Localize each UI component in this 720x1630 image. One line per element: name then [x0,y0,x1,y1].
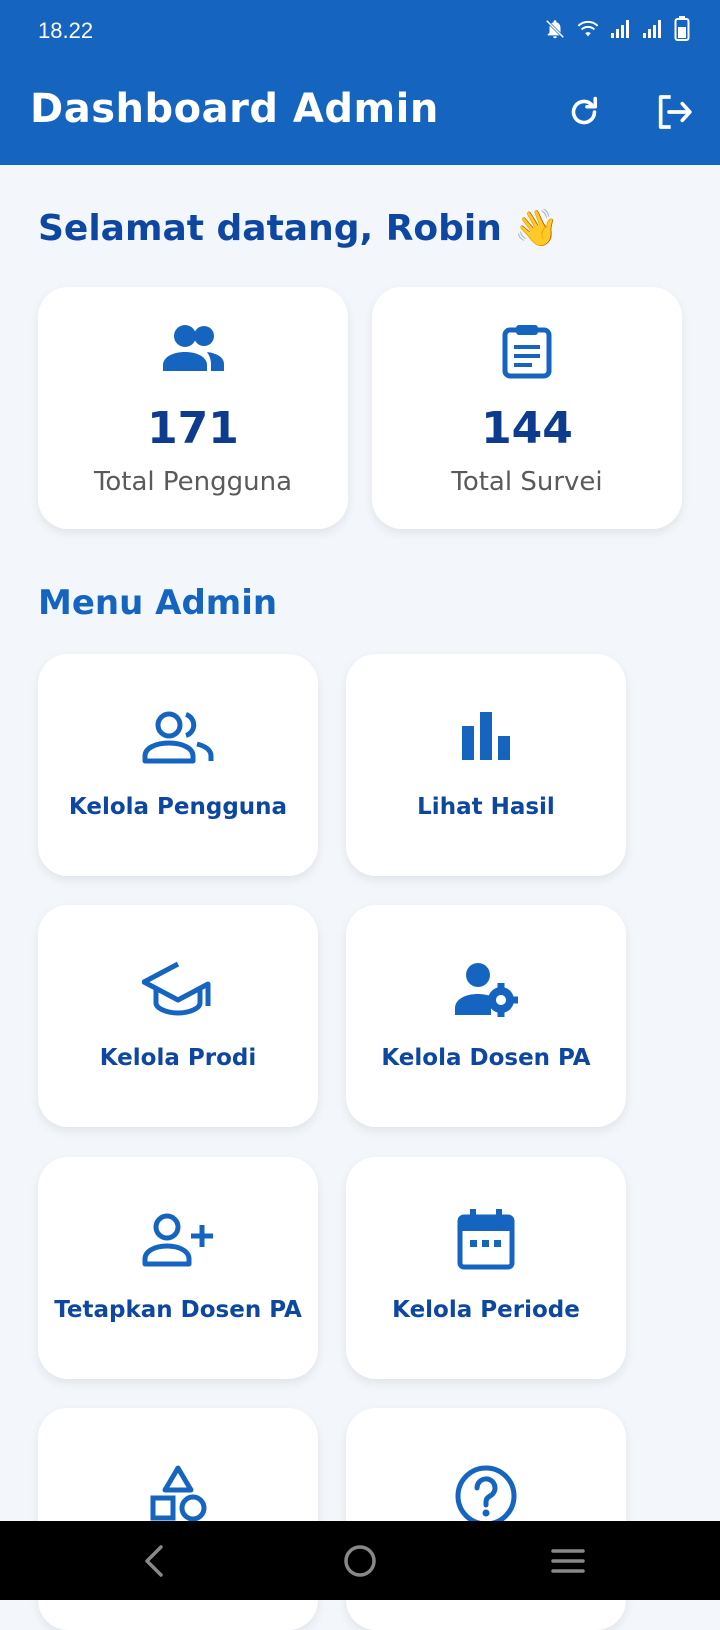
menu-label: Kelola Periode [392,1297,580,1323]
system-navigation-bar [0,1521,720,1600]
logout-icon [658,95,692,129]
calendar-icon [457,1209,515,1270]
bell-off-icon [545,19,565,39]
back-icon [145,1545,163,1577]
menu-kelola-prodi[interactable]: Kelola Prodi [38,905,318,1127]
page-title: Dashboard Admin [30,86,439,132]
menu-lines-icon [551,1549,585,1573]
battery-icon [674,16,690,41]
menu-label: Lihat Hasil [417,794,555,820]
welcome-text: Selamat datang, Robin 👋 [38,208,560,249]
refresh-button[interactable] [564,92,604,132]
clipboard-icon [502,325,552,379]
graduation-cap-icon [142,961,211,1016]
logout-button[interactable] [654,92,694,132]
status-time: 18.22 [38,18,94,43]
menu-label: Kelola Pengguna [68,794,288,820]
menu-label: Tetapkan Dosen PA [54,1297,302,1323]
signal-icon [611,20,629,38]
stat-value: 144 [481,403,573,454]
users-outline-icon [142,711,214,764]
menu-kelola-periode[interactable]: Kelola Periode [346,1157,626,1379]
status-icons [544,16,690,42]
dashboard-content: Selamat datang, Robin 👋 171 Total Penggu… [0,165,720,1630]
wifi-icon [577,20,599,37]
stat-label: Total Pengguna [93,467,293,497]
menu-label: Kelola Prodi [99,1045,257,1071]
menu-kelola-pengguna[interactable]: Kelola Pengguna [38,654,318,876]
user-add-icon [142,1213,213,1267]
recents-button[interactable] [546,1539,590,1583]
back-button[interactable] [132,1539,176,1583]
stat-card-surveys: 144 Total Survei [372,287,682,529]
home-button[interactable] [338,1539,382,1583]
shapes-icon [150,1465,207,1522]
app-bar: 18.22 Dashboard Admin [0,0,720,165]
users-icon [163,325,224,371]
refresh-icon [571,96,598,125]
signal-icon [643,20,661,38]
help-circle-icon [455,1465,517,1527]
menu-tetapkan-dosen-pa[interactable]: Tetapkan Dosen PA [38,1157,318,1379]
home-circle-icon [344,1545,376,1577]
bar-chart-icon [462,712,510,760]
user-gear-icon [455,963,518,1017]
stat-card-users: 171 Total Pengguna [38,287,348,529]
menu-lihat-hasil[interactable]: Lihat Hasil [346,654,626,876]
menu-label: Kelola Dosen PA [381,1045,591,1071]
stat-value: 171 [147,403,239,454]
menu-kelola-dosen-pa[interactable]: Kelola Dosen PA [346,905,626,1127]
stat-label: Total Survei [451,467,603,497]
menu-section-title: Menu Admin [38,583,278,623]
